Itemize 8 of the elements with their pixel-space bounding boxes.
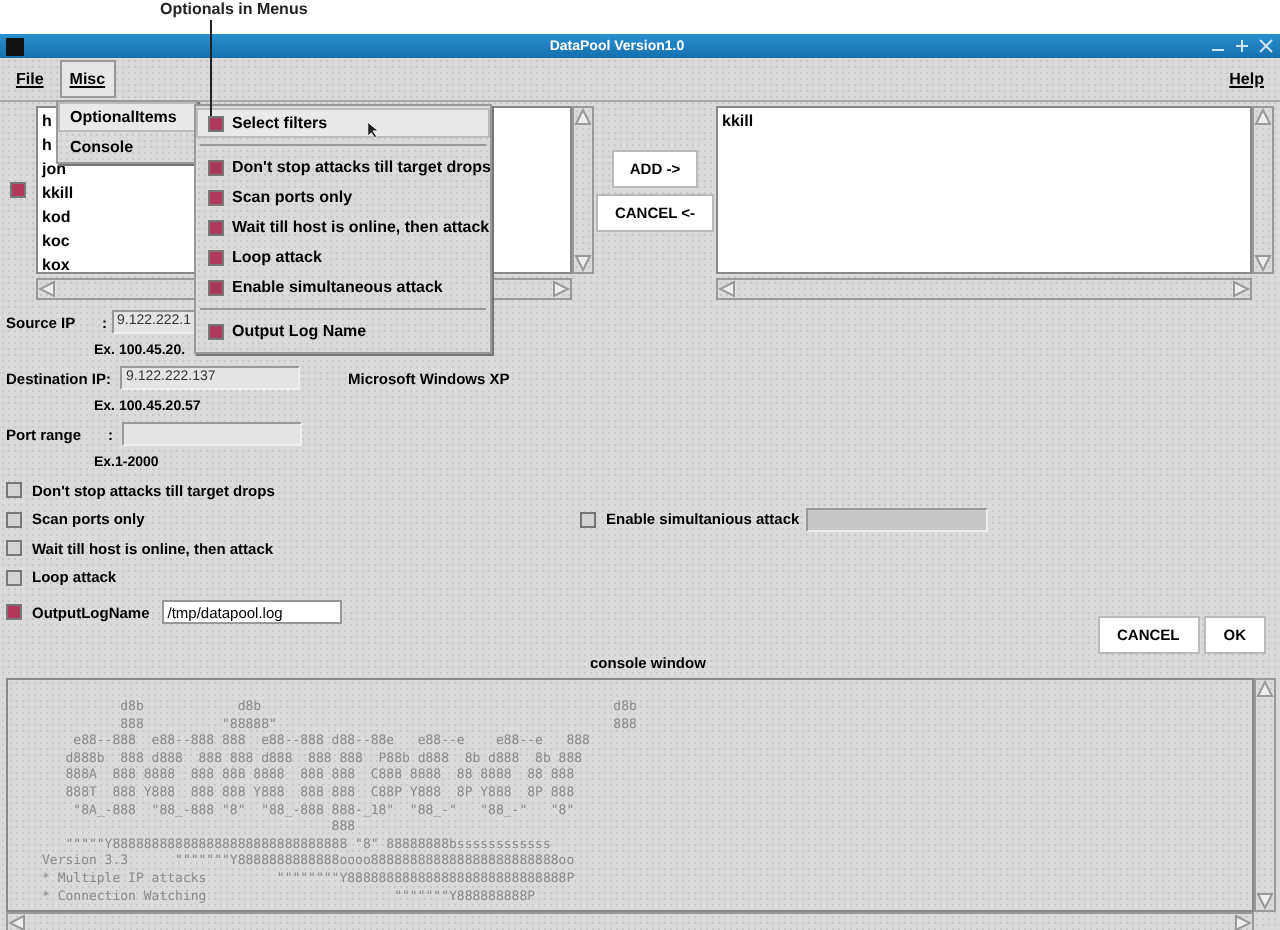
menu-entry-label: Enable simultaneous attack <box>232 278 443 296</box>
menu-entry-label: Wait till host is online, then attack <box>232 218 490 236</box>
menu-entry-label: Scan ports only <box>232 188 353 206</box>
menu-entry-label: Don't stop attacks till target drops <box>232 158 491 176</box>
menu-entry-label: Loop attack <box>232 248 322 266</box>
menu-entry-label: Output Log Name <box>232 322 367 340</box>
annotation-label: Optionals in Menus <box>160 0 308 20</box>
menu-entry-label: Select filters <box>232 114 328 132</box>
